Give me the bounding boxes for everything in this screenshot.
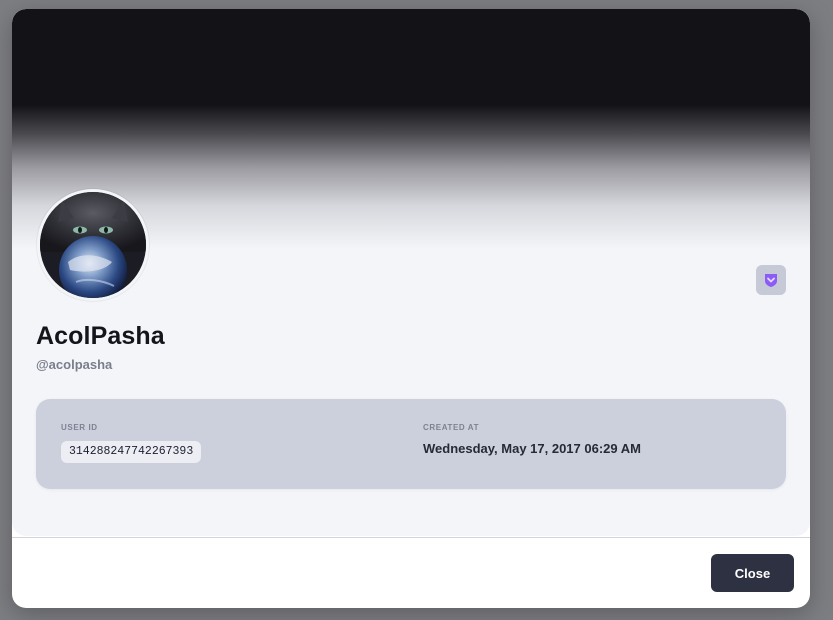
user-profile-modal: AcolPasha @acolpasha USER ID 31428824774… <box>12 9 810 608</box>
created-at-label: CREATED AT <box>423 423 480 432</box>
profile-card: AcolPasha @acolpasha USER ID 31428824774… <box>12 9 810 536</box>
user-id-label: USER ID <box>61 423 98 432</box>
user-id-value[interactable]: 314288247742267393 <box>61 441 202 463</box>
username-handle: @acolpasha <box>36 357 113 372</box>
badge-shield-icon <box>765 274 777 287</box>
created-at-value: Wednesday, May 17, 2017 06:29 AM <box>423 441 641 456</box>
cat-globe-avatar-icon <box>40 192 146 298</box>
display-name: AcolPasha <box>36 322 165 350</box>
close-button[interactable]: Close <box>711 554 794 592</box>
footer-divider <box>12 537 810 538</box>
shield-chevron-icon[interactable] <box>756 265 786 295</box>
avatar <box>37 189 149 301</box>
user-details-panel: USER ID 314288247742267393 CREATED AT We… <box>36 399 786 489</box>
